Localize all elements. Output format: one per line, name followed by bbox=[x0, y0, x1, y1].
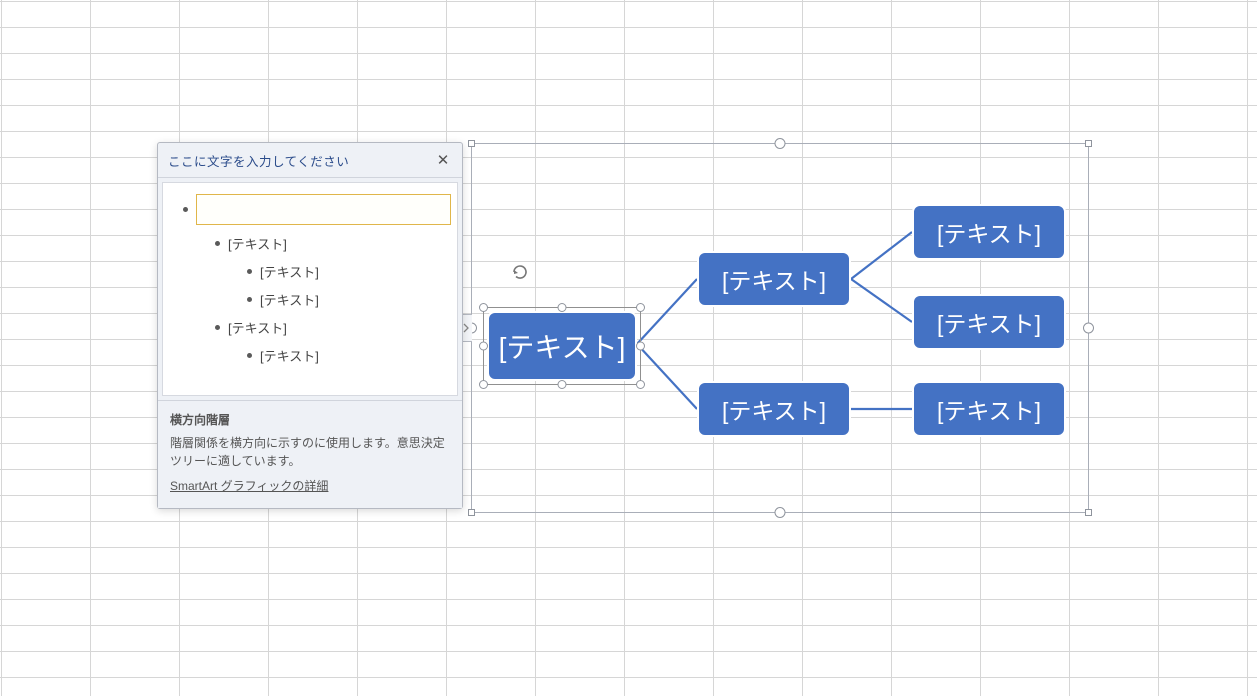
resize-handle[interactable] bbox=[1085, 509, 1092, 516]
node-text: [テキスト] bbox=[937, 215, 1041, 249]
resize-handle[interactable] bbox=[636, 380, 645, 389]
bullet-dot-icon bbox=[183, 207, 188, 212]
hierarchy-leaf-node[interactable]: [テキスト] bbox=[912, 204, 1066, 260]
hierarchy-branch-node[interactable]: [テキスト] bbox=[697, 251, 851, 307]
hierarchy-leaf-node[interactable]: [テキスト] bbox=[912, 294, 1066, 350]
node-text: [テキスト] bbox=[937, 305, 1041, 339]
smartart-container[interactable]: [テキスト] [テキスト] [テキスト] [テキスト] [テキスト] bbox=[471, 143, 1089, 513]
bullet-text: [テキスト] bbox=[228, 234, 287, 253]
help-link[interactable]: SmartArt グラフィックの詳細 bbox=[170, 479, 328, 493]
resize-handle[interactable] bbox=[636, 342, 645, 351]
node-text: [テキスト] bbox=[722, 262, 826, 296]
bullet-text: [テキスト] bbox=[228, 318, 287, 337]
bullet-row[interactable]: [テキスト] bbox=[215, 234, 451, 253]
chevron-right-icon bbox=[463, 323, 470, 333]
bullet-dot-icon bbox=[215, 241, 220, 246]
bullet-row[interactable]: [テキスト] bbox=[247, 346, 451, 365]
node-text: [テキスト] bbox=[499, 326, 626, 366]
bullet-row[interactable]: [テキスト] bbox=[247, 262, 451, 281]
hierarchy-leaf-node[interactable]: [テキスト] bbox=[912, 381, 1066, 437]
text-pane-help: 横方向階層 階層関係を横方向に示すのに使用します。意思決定ツリーに適しています。… bbox=[158, 400, 462, 508]
resize-handle[interactable] bbox=[636, 303, 645, 312]
bullet-row[interactable]: [テキスト] bbox=[247, 290, 451, 309]
bullet-text: [テキスト] bbox=[260, 346, 319, 365]
hierarchy-root-node[interactable]: [テキスト] bbox=[487, 311, 637, 381]
bullet-dot-icon bbox=[215, 325, 220, 330]
resize-handle[interactable] bbox=[479, 303, 488, 312]
bullet-text: [テキスト] bbox=[260, 290, 319, 309]
node-text: [テキスト] bbox=[722, 392, 826, 426]
help-description: 階層関係を横方向に示すのに使用します。意思決定ツリーに適しています。 bbox=[170, 434, 450, 471]
resize-handle[interactable] bbox=[479, 380, 488, 389]
bullet-dot-icon bbox=[247, 297, 252, 302]
bullet-row[interactable]: [テキスト] bbox=[215, 318, 451, 337]
bullet-row-active[interactable] bbox=[183, 194, 451, 225]
close-icon[interactable]: ✕ bbox=[432, 149, 454, 171]
help-title: 横方向階層 bbox=[170, 411, 450, 428]
spreadsheet-canvas[interactable]: ここに文字を入力してください ✕ [テキスト] [テキスト] [テキスト] bbox=[0, 0, 1257, 696]
resize-handle[interactable] bbox=[558, 380, 567, 389]
bullet-text: [テキスト] bbox=[260, 262, 319, 281]
bullet-input[interactable] bbox=[196, 194, 451, 225]
resize-handle[interactable] bbox=[468, 140, 475, 147]
bullet-dot-icon bbox=[247, 269, 252, 274]
text-pane-header: ここに文字を入力してください ✕ bbox=[158, 143, 462, 178]
rotate-icon[interactable] bbox=[507, 259, 533, 285]
resize-handle[interactable] bbox=[468, 509, 475, 516]
hierarchy-branch-node[interactable]: [テキスト] bbox=[697, 381, 851, 437]
smartart-text-pane[interactable]: ここに文字を入力してください ✕ [テキスト] [テキスト] [テキスト] bbox=[157, 142, 463, 509]
resize-handle[interactable] bbox=[775, 138, 786, 149]
node-text: [テキスト] bbox=[937, 392, 1041, 426]
text-pane-title: ここに文字を入力してください bbox=[168, 151, 349, 170]
resize-handle[interactable] bbox=[1083, 323, 1094, 334]
resize-handle[interactable] bbox=[1085, 140, 1092, 147]
text-pane-bullet-list[interactable]: [テキスト] [テキスト] [テキスト] [テキスト] [テキスト] bbox=[162, 182, 458, 396]
resize-handle[interactable] bbox=[775, 507, 786, 518]
bullet-dot-icon bbox=[247, 353, 252, 358]
